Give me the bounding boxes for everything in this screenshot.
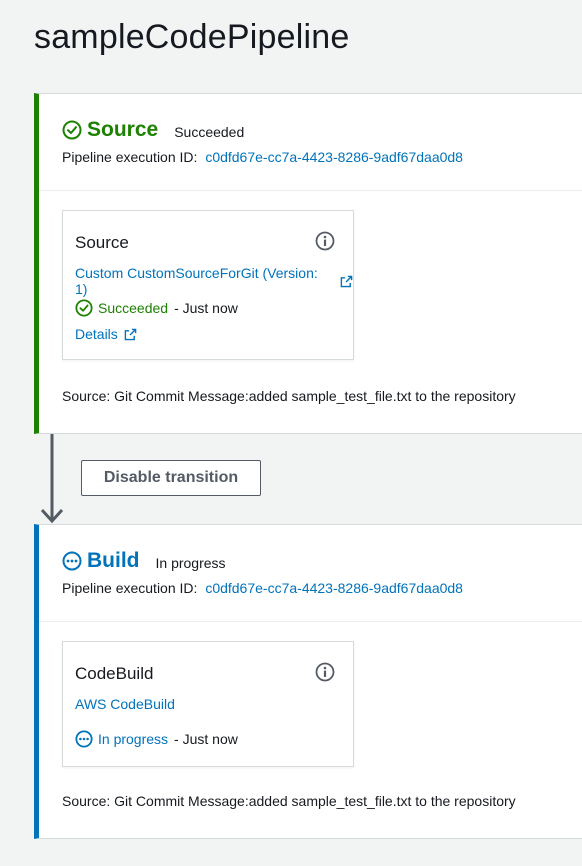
disable-transition-button[interactable]: Disable transition (81, 460, 261, 496)
page-title: sampleCodePipeline (34, 18, 350, 56)
action-status-label[interactable]: In progress (98, 731, 168, 747)
action-status-time: - Just now (174, 300, 238, 316)
stage-name: Build (87, 549, 140, 572)
stage-name-row: Source Succeeded (62, 118, 244, 142)
action-title: Source (75, 233, 129, 252)
stage-build: Build In progress Pipeline execution ID:… (34, 524, 582, 839)
stage-header: Build In progress Pipeline execution ID:… (39, 525, 582, 622)
stage-name-row: Build In progress (62, 549, 226, 573)
action-status-row: In progress - Just now (75, 730, 238, 748)
check-circle-icon (75, 299, 93, 317)
commit-message: Source: Git Commit Message:added sample_… (62, 793, 516, 809)
stage-status: Succeeded (174, 123, 245, 140)
info-icon[interactable] (315, 662, 335, 682)
action-provider-label: AWS CodeBuild (75, 696, 175, 712)
external-link-icon (340, 275, 353, 287)
transition-arrow-icon (41, 434, 63, 524)
commit-message: Source: Git Commit Message:added sample_… (62, 388, 516, 404)
stage-status: In progress (155, 554, 226, 571)
details-label: Details (75, 326, 118, 342)
action-card-codebuild: CodeBuild AWS CodeBuild In progress - Ju… (62, 641, 354, 767)
in-progress-icon (62, 551, 82, 571)
stage-header: Source Succeeded Pipeline execution ID: … (39, 94, 582, 191)
action-card-source: Source Custom CustomSourceForGit (Versio… (62, 210, 354, 360)
action-status-time: - Just now (174, 731, 238, 747)
action-provider-label: Custom CustomSourceForGit (Version: 1) (75, 265, 318, 297)
execution-id-row: Pipeline execution ID: c0dfd67e-cc7a-442… (62, 149, 463, 165)
execution-id-label: Pipeline execution ID: (62, 580, 198, 596)
action-title: CodeBuild (75, 664, 154, 683)
details-link[interactable]: Details (75, 326, 137, 342)
action-provider-link[interactable]: AWS CodeBuild (75, 696, 175, 712)
action-provider-link[interactable]: Custom CustomSourceForGit (Version: 1) (75, 265, 353, 297)
execution-id-link[interactable]: c0dfd67e-cc7a-4423-8286-9adf67daa0d8 (205, 580, 463, 596)
execution-id-label: Pipeline execution ID: (62, 149, 198, 165)
check-circle-icon (62, 120, 82, 140)
in-progress-icon (75, 730, 93, 748)
stage-source: Source Succeeded Pipeline execution ID: … (34, 93, 582, 434)
external-link-icon (124, 328, 137, 340)
action-status-row: Succeeded - Just now (75, 299, 238, 317)
execution-id-link[interactable]: c0dfd67e-cc7a-4423-8286-9adf67daa0d8 (205, 149, 463, 165)
stage-name: Source (87, 118, 159, 141)
info-icon[interactable] (315, 231, 335, 251)
action-status-label: Succeeded (98, 300, 169, 316)
execution-id-row: Pipeline execution ID: c0dfd67e-cc7a-442… (62, 580, 463, 596)
